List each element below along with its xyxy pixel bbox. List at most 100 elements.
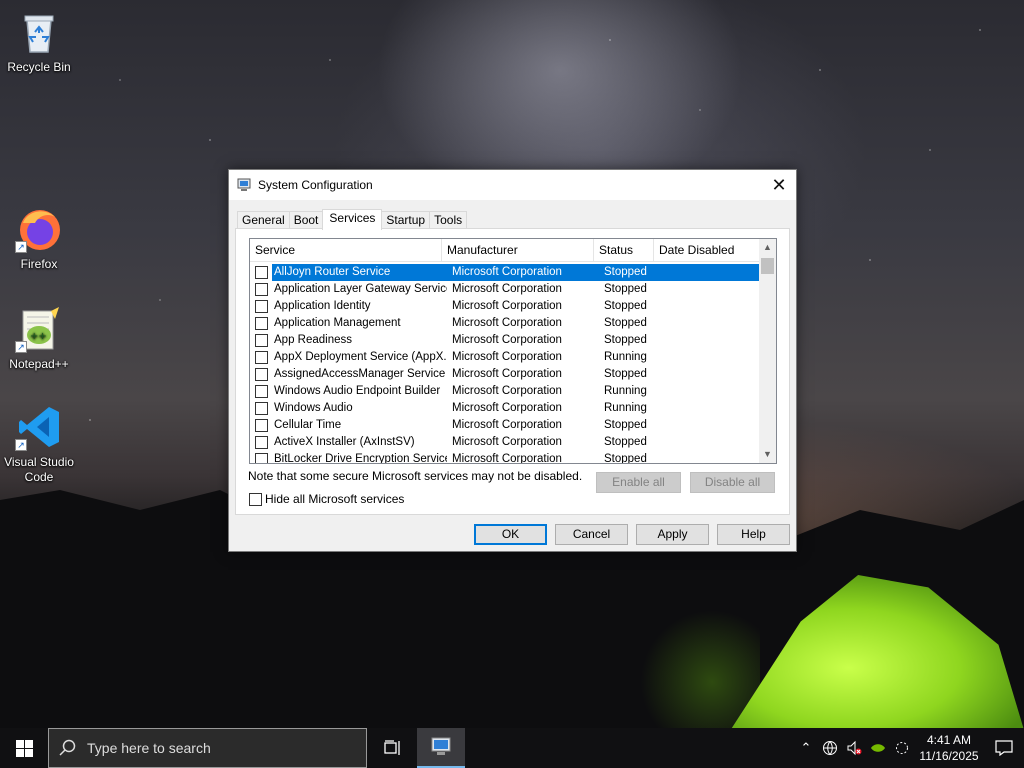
service-date-disabled: [659, 417, 760, 434]
network-globe-icon[interactable]: [818, 728, 842, 768]
tab-strip: General Boot Services Startup Tools: [237, 209, 468, 230]
service-enable-checkbox[interactable]: [255, 317, 268, 330]
shortcut-arrow-icon: ↗: [15, 241, 27, 253]
service-name: Application Management: [274, 317, 401, 329]
dialog-title: System Configuration: [258, 178, 373, 192]
service-enable-checkbox[interactable]: [255, 300, 268, 313]
enable-all-button[interactable]: Enable all: [596, 472, 681, 493]
msconfig-icon: [431, 737, 451, 755]
taskbar-clock[interactable]: 4:41 AM 11/16/2025: [914, 732, 984, 764]
service-row[interactable]: Application Management Microsoft Corporat…: [250, 315, 760, 332]
msconfig-icon: [237, 178, 251, 191]
nvidia-icon[interactable]: [866, 728, 890, 768]
service-manufacturer: Microsoft Corporation: [452, 283, 562, 295]
column-header-date-disabled[interactable]: Date Disabled: [654, 239, 762, 261]
service-date-disabled: [659, 298, 760, 315]
service-manufacturer: Microsoft Corporation: [447, 264, 599, 281]
service-enable-checkbox[interactable]: [255, 334, 268, 347]
loading-spinner-icon[interactable]: [890, 728, 914, 768]
vscode-icon: ↗: [15, 403, 63, 451]
scroll-up-arrow-icon[interactable]: ▲: [759, 239, 776, 256]
service-status: Stopped: [604, 334, 647, 346]
service-date-disabled: [659, 332, 760, 349]
taskbar: Type here to search ⌃ 4:41 AM 11/16/2025: [0, 728, 1024, 768]
service-manufacturer: Microsoft Corporation: [452, 368, 562, 380]
column-header-service[interactable]: Service: [250, 239, 442, 261]
task-view-button[interactable]: [369, 728, 417, 768]
scroll-down-arrow-icon[interactable]: ▼: [759, 446, 776, 463]
service-enable-checkbox[interactable]: [255, 368, 268, 381]
service-enable-checkbox[interactable]: [255, 419, 268, 432]
service-enable-checkbox[interactable]: [255, 453, 268, 463]
service-manufacturer: Microsoft Corporation: [452, 317, 562, 329]
hide-microsoft-services[interactable]: Hide all Microsoft services: [249, 492, 404, 506]
apply-button[interactable]: Apply: [636, 524, 709, 545]
service-date-disabled: [659, 281, 760, 298]
service-manufacturer: Microsoft Corporation: [452, 436, 562, 448]
hide-microsoft-services-checkbox[interactable]: [249, 492, 262, 506]
tab-services[interactable]: Services: [322, 209, 383, 230]
service-enable-checkbox[interactable]: [255, 351, 268, 364]
service-manufacturer: Microsoft Corporation: [452, 453, 562, 464]
service-row[interactable]: Windows Audio Microsoft Corporation Runnin…: [250, 400, 760, 417]
svg-text:++: ++: [30, 331, 47, 342]
desktop-icon-recycle-bin[interactable]: Recycle Bin: [1, 8, 77, 75]
service-status: Stopped: [604, 300, 647, 312]
clock-time: 4:41 AM: [926, 733, 972, 747]
services-list[interactable]: Service Manufacturer Status Date Disable…: [249, 238, 777, 464]
service-row[interactable]: AppX Deployment Service (AppX... Microsof…: [250, 349, 760, 366]
service-enable-checkbox[interactable]: [255, 266, 268, 279]
system-tray: ⌃ 4:41 AM 11/16/2025: [794, 728, 1024, 768]
service-row[interactable]: Application Identity Microsoft Corporatio…: [250, 298, 760, 315]
start-button[interactable]: [0, 728, 48, 768]
service-date-disabled: [659, 383, 760, 400]
service-status: Stopped: [604, 419, 647, 431]
service-row[interactable]: Cellular Time Microsoft Corporation Stoppe…: [250, 417, 760, 434]
cancel-button[interactable]: Cancel: [555, 524, 628, 545]
service-row[interactable]: AllJoyn Router Service Microsoft Corporat…: [250, 264, 760, 281]
service-enable-checkbox[interactable]: [255, 402, 268, 415]
desktop-icon-vscode[interactable]: ↗ Visual Studio Code: [1, 403, 77, 485]
service-name: AppX Deployment Service (AppX...: [274, 351, 447, 363]
service-name: BitLocker Drive Encryption Service: [274, 453, 447, 464]
service-name: App Readiness: [274, 334, 352, 346]
column-header-manufacturer[interactable]: Manufacturer: [442, 239, 594, 261]
service-date-disabled: [659, 315, 760, 332]
volume-muted-icon[interactable]: [842, 728, 866, 768]
close-button[interactable]: ✕: [764, 170, 794, 200]
taskbar-app-msconfig[interactable]: [417, 728, 465, 768]
recycle-bin-icon: [15, 8, 63, 56]
service-name: Windows Audio: [274, 402, 353, 414]
service-date-disabled: [659, 366, 760, 383]
service-row[interactable]: AssignedAccessManager Service Microsoft C…: [250, 366, 760, 383]
service-enable-checkbox[interactable]: [255, 283, 268, 296]
show-hidden-icons-chevron-up-icon[interactable]: ⌃: [794, 728, 818, 768]
service-row[interactable]: BitLocker Drive Encryption Service Micros…: [250, 451, 760, 464]
service-manufacturer: Microsoft Corporation: [452, 351, 562, 363]
service-row[interactable]: App Readiness Microsoft Corporation Stoppe…: [250, 332, 760, 349]
desktop-icon-notepad-plus-plus[interactable]: ++ ↗ Notepad++: [1, 305, 77, 372]
notification-center-button[interactable]: [984, 740, 1024, 756]
column-header-status[interactable]: Status: [594, 239, 654, 261]
service-enable-checkbox[interactable]: [255, 436, 268, 449]
service-row[interactable]: Windows Audio Endpoint Builder Microsoft …: [250, 383, 760, 400]
ok-button[interactable]: OK: [474, 524, 547, 545]
service-row[interactable]: Application Layer Gateway Service Microso…: [250, 281, 760, 298]
services-list-scrollbar[interactable]: ▲ ▼: [759, 239, 776, 463]
scrollbar-thumb[interactable]: [761, 258, 774, 274]
service-row[interactable]: ActiveX Installer (AxInstSV) Microsoft Co…: [250, 434, 760, 451]
service-enable-checkbox[interactable]: [255, 385, 268, 398]
dialog-titlebar[interactable]: System Configuration ✕: [229, 170, 796, 200]
disable-all-button[interactable]: Disable all: [690, 472, 775, 493]
service-status: Stopped: [604, 368, 647, 380]
services-list-rows: AllJoyn Router Service Microsoft Corporat…: [250, 264, 760, 464]
service-manufacturer: Microsoft Corporation: [452, 419, 562, 431]
help-button[interactable]: Help: [717, 524, 790, 545]
desktop-icon-firefox[interactable]: ↗ Firefox: [1, 205, 77, 272]
service-status: Stopped: [599, 264, 659, 281]
service-date-disabled: [659, 349, 760, 366]
clock-date: 11/16/2025: [919, 749, 979, 763]
services-list-header: Service Manufacturer Status Date Disable…: [250, 239, 776, 262]
service-status: Stopped: [604, 283, 647, 295]
taskbar-search-box[interactable]: Type here to search: [48, 728, 367, 768]
